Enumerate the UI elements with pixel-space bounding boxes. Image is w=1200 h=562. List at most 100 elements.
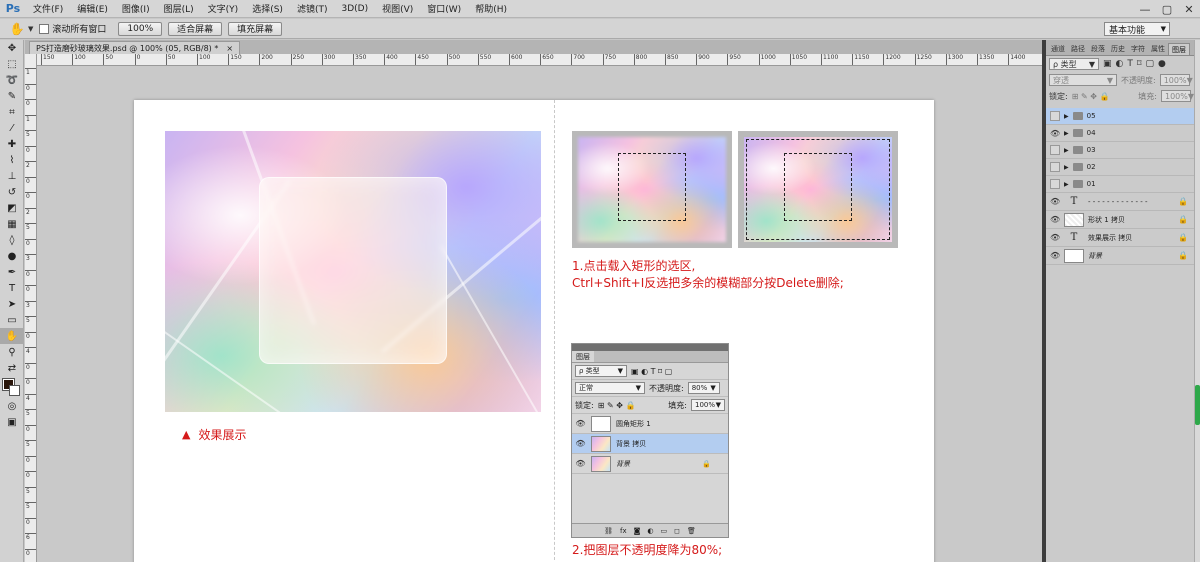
tab-layers[interactable]: 图层 xyxy=(1168,43,1190,55)
lock-label: 锁定: xyxy=(1049,91,1068,101)
document-canvas[interactable]: ▲ 效果展示 1.点击载入矩形的选区, Ctrl+Shift+I反选把多余的模糊… xyxy=(134,100,934,562)
menu-help[interactable]: 帮助(H) xyxy=(468,0,514,18)
hand-tool-icon[interactable]: ✋ xyxy=(0,328,24,344)
scrollbar-thumb[interactable] xyxy=(1195,385,1200,425)
eye-icon[interactable]: 👁 xyxy=(1050,251,1060,260)
layer-row[interactable]: ▶ 05 xyxy=(1046,108,1194,125)
tab-paragraph[interactable]: 段落 xyxy=(1088,43,1108,55)
crop-tool-icon[interactable]: ⌗ xyxy=(0,104,24,120)
fill-screen-button[interactable]: 填充屏幕 xyxy=(228,21,283,36)
vertical-ruler[interactable]: 1 0 0 1 5 0 2 0 0 2 5 0 3 0 0 3 5 0 4 0 0 4 5 0 5 0 0 5 5 0 6 0 xyxy=(25,54,37,562)
eye-icon[interactable]: 👁 xyxy=(1050,197,1060,206)
menu-filter[interactable]: 滤镜(T) xyxy=(290,0,335,18)
shape-tool-icon[interactable]: ▭ xyxy=(0,312,24,328)
path-select-tool-icon[interactable]: ➤ xyxy=(0,296,24,312)
mini-opacity-label: 不透明度: xyxy=(649,383,684,393)
opacity-input[interactable]: 100% ▼ xyxy=(1159,74,1193,86)
expand-arrow-icon[interactable]: ▶ xyxy=(1064,130,1069,137)
menu-view[interactable]: 视图(V) xyxy=(375,0,420,18)
layer-row[interactable]: 👁 形状 1 拷贝 🔒 xyxy=(1046,211,1194,229)
type-filter-icon[interactable]: T xyxy=(1127,59,1133,69)
visibility-toggle[interactable] xyxy=(1050,111,1060,121)
tab-properties[interactable]: 属性 xyxy=(1148,43,1168,55)
move-tool-icon[interactable]: ✥ xyxy=(0,40,24,56)
eye-icon[interactable]: 👁 xyxy=(1050,215,1060,224)
zoom-100-button[interactable]: 100% xyxy=(118,21,163,36)
brush-tool-icon[interactable]: ⌇ xyxy=(0,152,24,168)
canvas-area[interactable]: ▲ 效果展示 1.点击载入矩形的选区, Ctrl+Shift+I反选把多余的模糊… xyxy=(37,66,1042,562)
screen-mode-icon[interactable]: ▣ xyxy=(0,414,24,430)
menu-type[interactable]: 文字(Y) xyxy=(201,0,246,18)
tab-channels[interactable]: 通道 xyxy=(1048,43,1068,55)
ruler-tick: 50 xyxy=(165,54,175,65)
eye-icon[interactable]: 👁 xyxy=(1050,129,1060,138)
document-tab[interactable]: PS打造磨砂玻璃效果.psd @ 100% (05, RGB/8) * × xyxy=(29,41,241,54)
color-swatches[interactable] xyxy=(0,376,24,398)
hand-tool-icon[interactable]: ✋ xyxy=(6,20,28,38)
quick-mask-icon[interactable]: ◎ xyxy=(0,398,24,414)
eraser-tool-icon[interactable]: ◩ xyxy=(0,200,24,216)
adjustment-filter-icon[interactable]: ◐ xyxy=(1116,59,1124,69)
layer-row[interactable]: ▶ 03 xyxy=(1046,142,1194,159)
swap-colors-icon[interactable]: ⇄ xyxy=(0,360,24,376)
workspace-select[interactable]: 基本功能 ▼ xyxy=(1104,22,1170,36)
maximize-button[interactable]: ▢ xyxy=(1156,0,1178,18)
scroll-all-windows-checkbox[interactable]: 滚动所有窗口 xyxy=(39,22,106,35)
close-tab-icon[interactable]: × xyxy=(226,44,233,53)
layer-row[interactable]: 👁 T 效果展示 拷贝 🔒 xyxy=(1046,229,1194,247)
tool-preset-arrow-icon[interactable]: ▼ xyxy=(28,25,33,33)
menu-3d[interactable]: 3D(D) xyxy=(334,0,375,18)
expand-arrow-icon[interactable]: ▶ xyxy=(1064,113,1069,120)
eyedropper-tool-icon[interactable]: ⁄ xyxy=(0,120,24,136)
expand-arrow-icon[interactable]: ▶ xyxy=(1064,181,1069,188)
ruler-tick: 0 xyxy=(25,424,36,433)
visibility-toggle[interactable] xyxy=(1050,179,1060,189)
lock-icons[interactable]: ⊞ ✎ ✥ 🔒 xyxy=(1072,92,1110,101)
layer-row[interactable]: 👁 T - - - - - - - - - - - - - 🔒 xyxy=(1046,193,1194,211)
visibility-toggle[interactable] xyxy=(1050,145,1060,155)
marquee-tool-icon[interactable]: ⬚ xyxy=(0,56,24,72)
menu-window[interactable]: 窗口(W) xyxy=(420,0,468,18)
healing-tool-icon[interactable]: ✚ xyxy=(0,136,24,152)
gradient-tool-icon[interactable]: ▦ xyxy=(0,216,24,232)
blend-mode-select[interactable]: 穿透 ▼ xyxy=(1049,74,1117,86)
menu-select[interactable]: 选择(S) xyxy=(245,0,290,18)
blur-tool-icon[interactable]: ◊ xyxy=(0,232,24,248)
menu-image[interactable]: 图像(I) xyxy=(115,0,157,18)
horizontal-ruler[interactable]: 150 100 50 0 50 100 150 200 250 300 350 400 450 500 55… xyxy=(37,54,1042,66)
minimize-button[interactable]: — xyxy=(1134,0,1156,18)
visibility-toggle[interactable] xyxy=(1050,162,1060,172)
panel-scrollbar[interactable] xyxy=(1194,40,1200,562)
pixel-filter-icon[interactable]: ▣ xyxy=(1103,59,1112,69)
filter-toggle-icon[interactable]: ● xyxy=(1158,59,1166,69)
history-brush-tool-icon[interactable]: ↺ xyxy=(0,184,24,200)
menu-file[interactable]: 文件(F) xyxy=(26,0,70,18)
menu-layer[interactable]: 图层(L) xyxy=(157,0,201,18)
layer-row[interactable]: ▶ 01 xyxy=(1046,176,1194,193)
smart-object-filter-icon[interactable]: ▢ xyxy=(1146,59,1155,69)
expand-arrow-icon[interactable]: ▶ xyxy=(1064,164,1069,171)
layer-kind-filter[interactable]: ρ 类型 ▼ xyxy=(1049,58,1099,70)
tab-character[interactable]: 字符 xyxy=(1128,43,1148,55)
layer-row[interactable]: ▶ 02 xyxy=(1046,159,1194,176)
fill-input[interactable]: 100% ▼ xyxy=(1161,90,1194,102)
dodge-tool-icon[interactable]: ● xyxy=(0,248,24,264)
fit-screen-button[interactable]: 适合屏幕 xyxy=(168,21,223,36)
eye-icon[interactable]: 👁 xyxy=(1050,233,1060,242)
layer-row[interactable]: 👁 背景 🔒 xyxy=(1046,247,1194,265)
shape-filter-icon[interactable]: ⌑ xyxy=(1137,59,1142,69)
expand-arrow-icon[interactable]: ▶ xyxy=(1064,147,1069,154)
lasso-tool-icon[interactable]: ➰ xyxy=(0,72,24,88)
layer-row[interactable]: 👁 ▶ 04 xyxy=(1046,125,1194,142)
zoom-tool-icon[interactable]: ⚲ xyxy=(0,344,24,360)
quick-select-tool-icon[interactable]: ✎ xyxy=(0,88,24,104)
tab-history[interactable]: 历史 xyxy=(1108,43,1128,55)
pen-tool-icon[interactable]: ✒ xyxy=(0,264,24,280)
tab-paths[interactable]: 路径 xyxy=(1068,43,1088,55)
checkbox-box[interactable] xyxy=(39,23,50,34)
menu-edit[interactable]: 编辑(E) xyxy=(70,0,115,18)
close-button[interactable]: ✕ xyxy=(1178,0,1200,18)
type-tool-icon[interactable]: T xyxy=(0,280,24,296)
stamp-tool-icon[interactable]: ⊥ xyxy=(0,168,24,184)
background-color-swatch[interactable] xyxy=(9,385,20,396)
